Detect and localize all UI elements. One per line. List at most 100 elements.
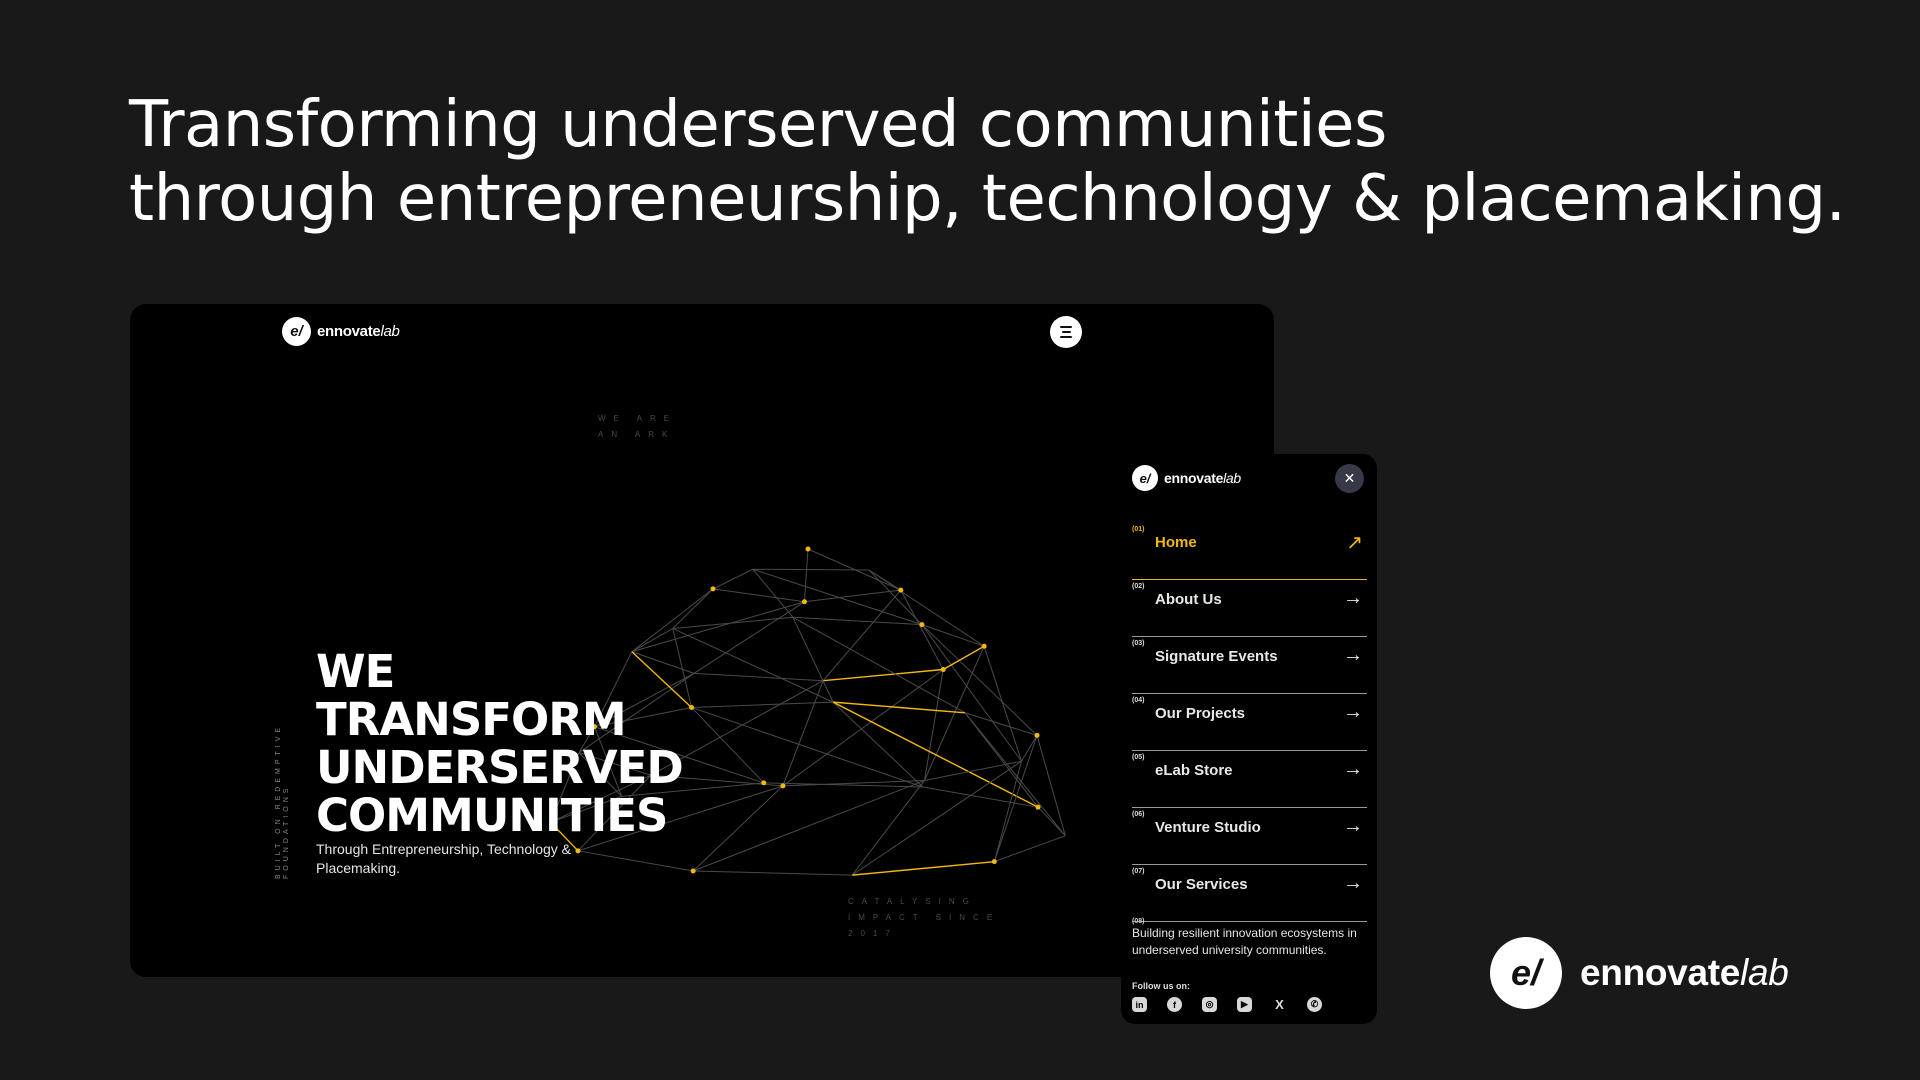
- hero-title: WE TRANSFORM UNDERSERVED COMMUNITIES: [316, 645, 684, 842]
- dome-edge: [631, 601, 805, 653]
- follow-us-label: Follow us on:: [1132, 981, 1190, 991]
- x-icon[interactable]: X: [1272, 997, 1287, 1012]
- dome-edge: [923, 669, 944, 781]
- dome-edge: [921, 624, 985, 647]
- menu-item-label: Venture Studio: [1155, 819, 1261, 836]
- side-vertical-text: BUILT ON REDEMPTIVE FOUNDATIONS: [275, 723, 290, 879]
- facebook-icon[interactable]: f: [1167, 997, 1182, 1012]
- mobile-menu-mockup: e/ ennovatelab ✕ (01) Home ↗ (02) About …: [1121, 454, 1377, 1024]
- dome-node: [1034, 732, 1040, 738]
- catalysing-impact-text: CATALYSING IMPACT SINCE 2017: [848, 897, 1001, 938]
- linkedin-icon[interactable]: in: [1132, 997, 1147, 1012]
- logo-mark-icon: e/: [1490, 937, 1562, 1009]
- hamburger-menu-button[interactable]: [1050, 316, 1082, 348]
- menu-item-number: (08): [1132, 918, 1145, 925]
- dome-node: [991, 859, 997, 865]
- dome-edge: [672, 616, 793, 629]
- menu-item-our-services[interactable]: (07) Our Services →: [1132, 866, 1367, 922]
- logo-wordmark: ennovatelab: [1580, 952, 1789, 993]
- dome-edge: [868, 569, 985, 647]
- menu-item-elab-store[interactable]: (05) eLab Store →: [1132, 752, 1367, 808]
- menu-item-about-us[interactable]: (02) About Us →: [1132, 581, 1367, 637]
- logo-wordmark: ennovatelab: [1164, 470, 1241, 486]
- menu-item-label: Our Services: [1155, 876, 1248, 893]
- social-links: in f ◎ ▶ X ✆: [1132, 997, 1322, 1012]
- dome-edge: [752, 568, 923, 626]
- dome-node: [805, 546, 811, 552]
- arrow-right-icon: →: [1343, 644, 1363, 666]
- dome-edge: [782, 680, 824, 787]
- mobile-nav-menu: (01) Home ↗ (02) About Us → (03) Signatu…: [1132, 524, 1367, 923]
- instagram-icon[interactable]: ◎: [1202, 997, 1217, 1012]
- mobile-description: Building resilient innovation ecosystems…: [1132, 926, 1357, 957]
- desktop-mockup: e/ ennovatelab WE ARE AN ARK BUILT ON RE…: [130, 304, 1274, 977]
- dome-edge: [672, 588, 714, 629]
- hero-title-line: WE: [316, 645, 395, 698]
- hero-title-line: COMMUNITIES: [316, 789, 668, 842]
- menu-item-label: Signature Events: [1155, 648, 1278, 665]
- dome-edge: [921, 624, 1022, 762]
- headline-line-2: through entrepreneurship, technology & p…: [129, 162, 1846, 236]
- dome-edge: [852, 860, 995, 876]
- dome-node: [898, 587, 904, 593]
- dome-edge: [691, 706, 924, 788]
- menu-item-our-projects[interactable]: (04) Our Projects →: [1132, 695, 1367, 751]
- dome-node: [710, 586, 716, 592]
- dome-node: [981, 643, 987, 649]
- we-are-an-ark-text: WE ARE AN ARK: [598, 414, 678, 439]
- dome-edge: [923, 646, 985, 781]
- close-menu-button[interactable]: ✕: [1335, 464, 1364, 493]
- menu-item-number: (06): [1132, 811, 1145, 818]
- hero-title-line: UNDERSERVED: [316, 741, 684, 794]
- arrow-right-icon: →: [1343, 815, 1363, 837]
- arrow-right-icon: →: [1343, 701, 1363, 723]
- headline-line-1: Transforming underserved communities: [129, 88, 1387, 162]
- dome-edge: [792, 616, 966, 714]
- arrow-right-icon: →: [1343, 872, 1363, 894]
- logo-mark-icon: e/: [282, 317, 311, 346]
- arrow-right-icon: →: [1343, 587, 1363, 609]
- hero-subtitle: Through Entrepreneurship, Technology & P…: [316, 841, 572, 876]
- logo-wordmark: ennovatelab: [317, 323, 400, 340]
- dome-node: [1035, 804, 1041, 810]
- dome-edge: [712, 588, 805, 603]
- dome-edge: [631, 588, 714, 653]
- dome-edge: [691, 701, 834, 708]
- dome-node: [919, 622, 925, 628]
- mobile-logo[interactable]: e/ ennovatelab: [1132, 465, 1241, 491]
- dome-edge: [792, 617, 834, 703]
- dome-edge: [693, 870, 853, 876]
- menu-item-signature-events[interactable]: (03) Signature Events →: [1132, 638, 1367, 694]
- dome-edge: [942, 645, 985, 671]
- dome-node: [689, 704, 695, 710]
- dome-edge: [921, 624, 1038, 736]
- whatsapp-icon[interactable]: ✆: [1307, 997, 1322, 1012]
- menu-item-home[interactable]: (01) Home ↗: [1132, 524, 1367, 580]
- dome-edge: [692, 785, 784, 872]
- dome-edge: [752, 568, 794, 618]
- close-icon: ✕: [1343, 470, 1356, 486]
- dome-edge: [672, 628, 834, 703]
- page-headline: Transforming underserved communities thr…: [129, 88, 1846, 236]
- dome-edge: [823, 668, 944, 682]
- menu-item-label: Our Projects: [1155, 705, 1246, 722]
- dome-edge: [712, 568, 754, 590]
- menu-item-number: (03): [1132, 640, 1145, 647]
- hero-title-line: TRANSFORM: [316, 693, 627, 746]
- dome-node: [690, 868, 696, 874]
- menu-item-number: (02): [1132, 583, 1145, 590]
- menu-item-number: (05): [1132, 754, 1145, 761]
- menu-item-number: (07): [1132, 868, 1145, 875]
- dome-edge: [804, 589, 901, 603]
- dome-edge: [693, 601, 805, 674]
- arrow-right-icon: →: [1343, 758, 1363, 780]
- dome-edge: [694, 672, 824, 682]
- dome-edge: [993, 735, 1038, 862]
- menu-item-label: eLab Store: [1155, 762, 1233, 779]
- youtube-icon[interactable]: ▶: [1237, 997, 1252, 1012]
- menu-item-number: (04): [1132, 697, 1145, 704]
- menu-item-venture-studio[interactable]: (06) Venture Studio →: [1132, 809, 1367, 865]
- desktop-logo[interactable]: e/ ennovatelab: [282, 317, 400, 346]
- dome-edge: [922, 786, 1039, 808]
- menu-item-label: About Us: [1155, 591, 1222, 608]
